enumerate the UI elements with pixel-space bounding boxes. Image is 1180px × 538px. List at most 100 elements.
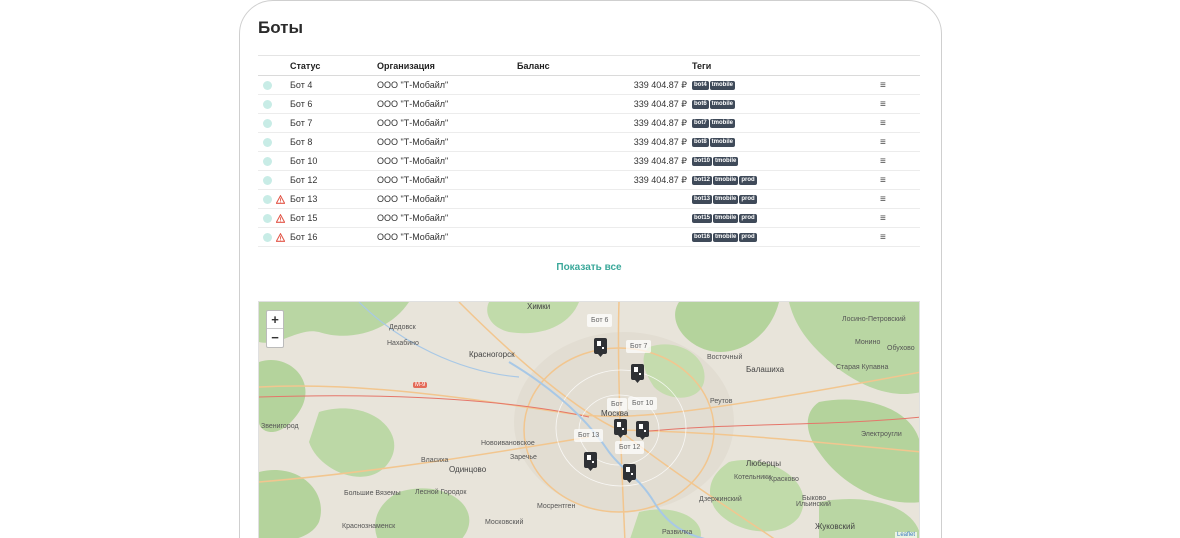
map-bot-label[interactable]: Бот — [607, 398, 627, 411]
tag-badge: bot8 — [692, 138, 709, 148]
map-place-label: Электроугли — [861, 431, 902, 438]
hamburger-menu-icon[interactable]: ≡ — [880, 99, 886, 110]
bot-organization: ООО "Т-Мобайл" — [377, 227, 517, 247]
table-row[interactable]: Бот 7 ООО "Т-Мобайл" 339 404.87 ₽ bot7 tmobi… — [258, 113, 920, 133]
map-place-label: Московский — [485, 519, 524, 526]
hamburger-menu-icon[interactable]: ≡ — [880, 80, 886, 91]
column-header-balance[interactable]: Баланс — [517, 55, 692, 76]
bot-name[interactable]: Бот 13 — [290, 189, 377, 209]
bot-name[interactable]: Бот 7 — [290, 113, 377, 133]
page-title: Боты — [258, 18, 304, 37]
bot-name[interactable]: Бот 10 — [290, 151, 377, 171]
map-bot-marker-icon[interactable] — [631, 364, 644, 383]
column-header-menu — [880, 55, 920, 76]
map-bot-label[interactable]: Бот 7 — [626, 340, 652, 353]
map-bot-marker-icon[interactable] — [594, 338, 607, 357]
zoom-out-button[interactable]: − — [267, 329, 283, 347]
bot-name[interactable]: Бот 15 — [290, 208, 377, 228]
bot-organization: ООО "Т-Мобайл" — [377, 208, 517, 228]
bot-balance — [517, 208, 692, 228]
table-row[interactable]: Бот 15 ООО "Т-Мобайл" bot15 tmobile prod ≡ — [258, 208, 920, 228]
bots-table: Статус Организация Баланс Теги Бот 4 ООО … — [258, 55, 920, 247]
column-header-organization[interactable]: Организация — [377, 55, 517, 76]
map-bot-label[interactable]: Бот 10 — [628, 397, 658, 410]
warning-icon — [275, 232, 286, 242]
row-menu-cell: ≡ — [880, 189, 920, 209]
map-place-label: Развилка — [662, 529, 693, 536]
table-row[interactable]: Бот 12 ООО "Т-Мобайл" 339 404.87 ₽ bot12 tmo… — [258, 170, 920, 190]
hamburger-menu-icon[interactable]: ≡ — [880, 137, 886, 148]
bot-name[interactable]: Бот 12 — [290, 170, 377, 190]
map-place-label: Люберцы — [746, 459, 781, 468]
tag-badge: tmobile — [713, 214, 739, 224]
bot-organization: ООО "Т-Мобайл" — [377, 170, 517, 190]
map-place-label: Монино — [855, 339, 881, 346]
row-menu-cell: ≡ — [880, 170, 920, 190]
map-place-label: Одинцово — [449, 465, 487, 474]
bot-name[interactable]: Бот 6 — [290, 94, 377, 114]
bot-tags: bot4 tmobile — [692, 75, 880, 95]
tag-badge: prod — [739, 214, 757, 224]
map-place-label: Старая Купавна — [836, 364, 889, 371]
map-place-label: Лосино-Петровский — [842, 316, 906, 323]
map-bot-marker-icon[interactable] — [584, 452, 597, 471]
bot-balance: 339 404.87 ₽ — [517, 132, 692, 152]
map-bot-label[interactable]: Бот 6 — [587, 314, 613, 327]
map-place-label: Власиха — [421, 457, 449, 464]
bot-balance: 339 404.87 ₽ — [517, 151, 692, 171]
bot-tags: bot7 tmobile — [692, 113, 880, 133]
map-attribution[interactable]: Leaflet — [894, 532, 917, 538]
table-row[interactable]: Бот 8 ООО "Т-Мобайл" 339 404.87 ₽ bot8 tmobi… — [258, 132, 920, 152]
bot-name[interactable]: Бот 8 — [290, 132, 377, 152]
hamburger-menu-icon[interactable]: ≡ — [880, 175, 886, 186]
bot-tags: bot6 tmobile — [692, 94, 880, 114]
column-header-tags[interactable]: Теги — [692, 55, 880, 76]
bot-organization: ООО "Т-Мобайл" — [377, 113, 517, 133]
tag-badge: bot12 — [692, 176, 713, 186]
status-dot-icon — [263, 176, 272, 186]
table-row[interactable]: Бот 6 ООО "Т-Мобайл" 339 404.87 ₽ bot6 tmobi… — [258, 94, 920, 114]
map-bot-label[interactable]: Бот 13 — [574, 429, 604, 442]
status-dot-icon — [263, 195, 272, 205]
table-row[interactable]: Бот 16 ООО "Т-Мобайл" bot16 tmobile prod ≡ — [258, 227, 920, 247]
hamburger-menu-icon[interactable]: ≡ — [880, 156, 886, 167]
hamburger-menu-icon[interactable]: ≡ — [880, 118, 886, 129]
tag-badge: tmobile — [709, 119, 736, 129]
map-place-label: Нахабино — [387, 340, 419, 347]
map-bot-marker-icon[interactable] — [636, 421, 649, 440]
map-place-label: Красково — [769, 476, 799, 483]
map-place-label: Звенигород — [261, 423, 299, 430]
table-row[interactable]: Бот 4 ООО "Т-Мобайл" 339 404.87 ₽ bot4 tmobi… — [258, 75, 920, 95]
hamburger-menu-icon[interactable]: ≡ — [880, 194, 886, 205]
tag-badge: bot10 — [692, 157, 713, 167]
bot-name[interactable]: Бот 16 — [290, 227, 377, 247]
tag-badge: prod — [739, 195, 757, 205]
map-place-label: Мосрентген — [537, 503, 576, 510]
status-dot-icon — [263, 119, 272, 129]
status-dot-icon — [263, 81, 272, 91]
map-place-label: Красногорск — [469, 350, 515, 359]
status-dot-icon — [263, 214, 272, 224]
map-place-label: Дзержинский — [699, 496, 742, 503]
zoom-in-button[interactable]: + — [267, 311, 283, 329]
map-bot-marker-icon[interactable] — [614, 419, 627, 438]
bot-name[interactable]: Бот 4 — [290, 75, 377, 95]
column-header-status[interactable]: Статус — [290, 55, 377, 76]
status-cell — [258, 189, 290, 209]
show-all-link[interactable]: Показать все — [258, 262, 920, 273]
tag-badge: tmobile — [713, 157, 739, 167]
row-menu-cell: ≡ — [880, 75, 920, 95]
bot-balance: 339 404.87 ₽ — [517, 94, 692, 114]
status-dot-icon — [263, 157, 272, 167]
table-row[interactable]: Бот 13 ООО "Т-Мобайл" bot13 tmobile prod ≡ — [258, 189, 920, 209]
hamburger-menu-icon[interactable]: ≡ — [880, 232, 886, 243]
hamburger-menu-icon[interactable]: ≡ — [880, 213, 886, 224]
map-bot-marker-icon[interactable] — [623, 464, 636, 483]
map-bot-label[interactable]: Бот 12 — [615, 441, 645, 454]
map[interactable]: + − Химки Дедовск Нахабино Красногорск М-9 Зв… — [258, 301, 920, 538]
tag-badge: tmobile — [709, 100, 736, 110]
status-cell — [258, 151, 290, 171]
map-place-label: Обухово — [887, 345, 915, 352]
row-menu-cell: ≡ — [880, 94, 920, 114]
table-row[interactable]: Бот 10 ООО "Т-Мобайл" 339 404.87 ₽ bot10 tmo… — [258, 151, 920, 171]
